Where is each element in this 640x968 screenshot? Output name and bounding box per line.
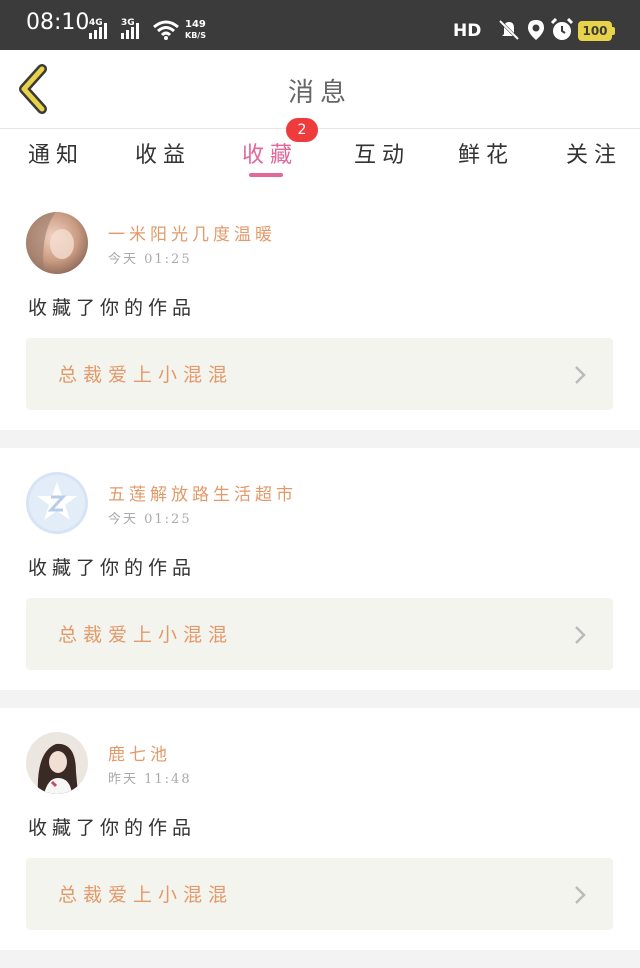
signal-bars-icon bbox=[89, 23, 107, 39]
user-name[interactable]: 五莲解放路生活超市 bbox=[108, 480, 297, 505]
action-text: 收藏了你的作品 bbox=[28, 557, 197, 579]
avatar[interactable] bbox=[26, 212, 88, 274]
tab-interactions[interactable]: 互动 bbox=[354, 137, 410, 169]
work-title: 总裁爱上小混混 bbox=[58, 884, 234, 906]
work-link[interactable]: 总裁爱上小混混 bbox=[26, 598, 613, 670]
status-time: 08:10 bbox=[26, 10, 90, 35]
tab-following[interactable]: 关注 bbox=[566, 137, 622, 169]
chevron-right-icon bbox=[575, 366, 586, 384]
speed-value: 149 bbox=[185, 19, 206, 30]
list-item[interactable]: 五莲解放路生活超市 今天 01:25 收藏了你的作品 总裁爱上小混混 bbox=[0, 448, 640, 692]
tab-favorites[interactable]: 收藏 bbox=[242, 137, 298, 169]
network-speed: 149 KB/S bbox=[185, 19, 206, 41]
battery-indicator: 100 bbox=[578, 21, 615, 41]
divider bbox=[0, 430, 640, 448]
tab-badge: 2 bbox=[286, 118, 318, 142]
speed-unit: KB/S bbox=[185, 31, 206, 40]
user-name[interactable]: 鹿七池 bbox=[108, 740, 171, 765]
divider bbox=[0, 690, 640, 708]
tab-flowers[interactable]: 鲜花 bbox=[458, 137, 514, 169]
timestamp: 今天 01:25 bbox=[108, 512, 192, 527]
timestamp: 今天 01:25 bbox=[108, 252, 192, 267]
chevron-right-icon bbox=[575, 626, 586, 644]
header-bar: 消息 bbox=[0, 50, 640, 129]
work-link[interactable]: 总裁爱上小混混 bbox=[26, 858, 613, 930]
active-tab-indicator bbox=[249, 173, 283, 177]
mute-icon bbox=[498, 19, 520, 41]
wifi-icon bbox=[153, 20, 179, 40]
divider bbox=[0, 950, 640, 968]
tab-earnings[interactable]: 收益 bbox=[135, 137, 191, 169]
status-bar: 08:10 4G 3G 149 KB/S HD 100 bbox=[0, 0, 640, 50]
chevron-right-icon bbox=[575, 886, 586, 904]
tab-notifications[interactable]: 通知 bbox=[28, 137, 84, 169]
tab-bar: 通知 收益 收藏 互动 鲜花 关注 bbox=[0, 129, 640, 187]
action-text: 收藏了你的作品 bbox=[28, 297, 197, 319]
timestamp: 昨天 11:48 bbox=[108, 772, 192, 787]
work-title: 总裁爱上小混混 bbox=[58, 364, 234, 386]
avatar[interactable] bbox=[26, 472, 88, 534]
user-name[interactable]: 一米阳光几度温暖 bbox=[108, 220, 276, 245]
action-text: 收藏了你的作品 bbox=[28, 817, 197, 839]
work-link[interactable]: 总裁爱上小混混 bbox=[26, 338, 613, 410]
page-title: 消息 bbox=[287, 78, 352, 108]
list-item[interactable]: 鹿七池 昨天 11:48 收藏了你的作品 总裁爱上小混混 bbox=[0, 708, 640, 952]
list-item[interactable]: 一米阳光几度温暖 今天 01:25 收藏了你的作品 总裁爱上小混混 bbox=[0, 188, 640, 432]
work-title: 总裁爱上小混混 bbox=[58, 624, 234, 646]
hd-indicator: HD bbox=[453, 21, 482, 41]
signal-bars-icon bbox=[121, 23, 139, 39]
alarm-icon bbox=[550, 18, 574, 40]
location-icon bbox=[528, 20, 544, 40]
avatar[interactable] bbox=[26, 732, 88, 794]
